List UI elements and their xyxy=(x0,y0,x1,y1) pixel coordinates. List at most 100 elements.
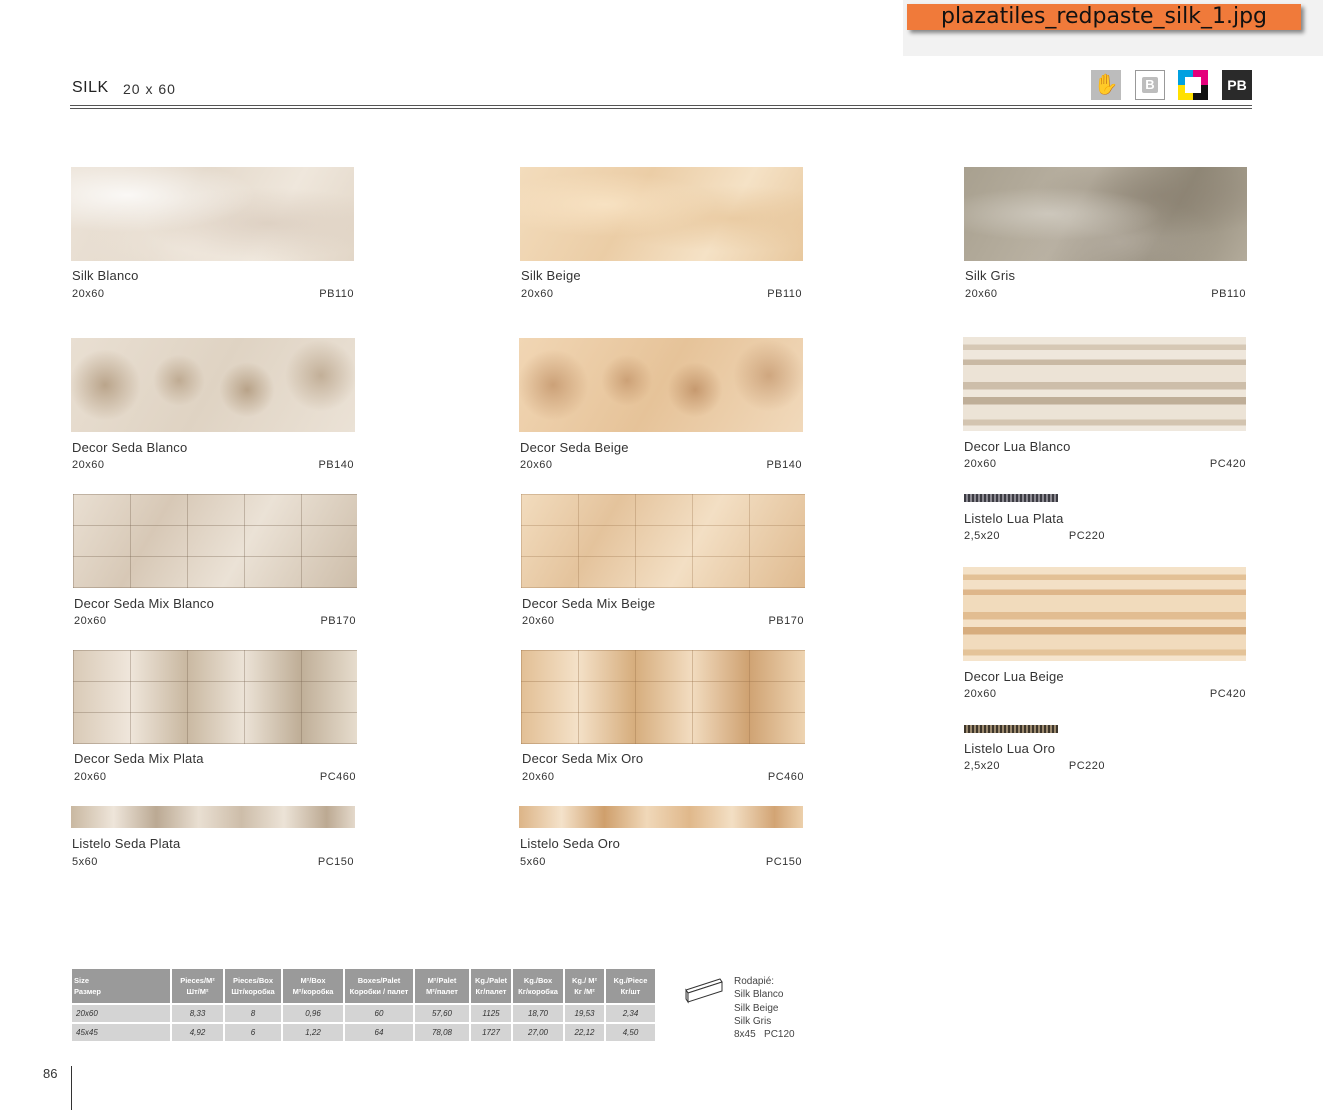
table-header-cell: Size Размер xyxy=(72,969,172,1004)
tile-image-silk-blanco xyxy=(71,167,354,261)
table-header-cell: Kg./ M² Кг /M² xyxy=(564,969,606,1004)
tile-code: PB110 xyxy=(1211,288,1246,300)
skirting-title: Rodapié: xyxy=(734,976,775,987)
tile-image-silk-beige xyxy=(520,167,803,261)
tile-code: PB170 xyxy=(768,615,804,627)
page-number: 86 xyxy=(43,1066,58,1081)
table-cell: 8 xyxy=(224,1003,283,1023)
tile-code: PC460 xyxy=(319,771,356,783)
table-cell: 1,22 xyxy=(282,1022,345,1041)
tile-size: 20x60 xyxy=(74,615,107,627)
skirting-size: 8x45 xyxy=(734,1029,756,1041)
tile-image-listelo-seda-oro xyxy=(519,806,803,828)
tile-code: PB110 xyxy=(767,288,802,300)
skirting-item: Silk Blanco xyxy=(734,989,784,1001)
table-row: 20x60 8,33 8 0,96 60 57,60 1125 18,70 19… xyxy=(72,1003,655,1023)
tile-name: Decor Seda Mix Beige xyxy=(522,596,656,611)
table-cell: 0,96 xyxy=(282,1003,345,1023)
tile-image-decor-seda-mix-beige xyxy=(521,494,805,588)
tile-size: 20x60 xyxy=(72,459,105,471)
tile-code: PC220 xyxy=(1068,530,1105,542)
page-title: SILK xyxy=(72,79,109,96)
tile-image-decor-lua-beige xyxy=(963,567,1246,661)
header-divider-2 xyxy=(70,108,1252,109)
tile-size: 20x60 xyxy=(522,771,555,783)
table-cell: 27,00 xyxy=(512,1022,565,1041)
b-icon: B xyxy=(1135,70,1165,100)
table-cell: 60 xyxy=(344,1003,415,1023)
tile-name: Silk Gris xyxy=(965,268,1016,283)
tile-size: 5x60 xyxy=(72,856,98,868)
tile-code: PC420 xyxy=(1209,688,1246,700)
tile-size: 2,5x20 xyxy=(964,530,1001,542)
table-cell: 19,53 xyxy=(564,1003,606,1023)
tile-name: Silk Beige xyxy=(521,268,581,283)
tile-code: PB140 xyxy=(766,459,802,471)
packing-specs-table: Size Размер Pieces/M² Шт/M² Pieces/Box Шт/к… xyxy=(72,969,655,1041)
table-header-cell: Kg./Palet Кг/палет xyxy=(470,969,513,1004)
tile-name: Listelo Lua Plata xyxy=(964,511,1064,526)
skirting-item: Silk Beige xyxy=(734,1002,779,1014)
table-header-cell: M²/Palet M²/палет xyxy=(414,969,471,1004)
table-header-cell: Kg./Piece Кг/шт xyxy=(605,969,655,1004)
color-blocks-icon xyxy=(1178,70,1208,100)
b-label: B xyxy=(1142,77,1158,93)
table-cell: 57,60 xyxy=(414,1003,471,1023)
tile-size: 20x60 xyxy=(964,688,997,700)
table-cell: 4,92 xyxy=(171,1022,225,1041)
skirting-size-code: 8x45 PC120 xyxy=(734,1028,795,1041)
table-cell: 64 xyxy=(344,1022,415,1041)
table-header-cell: Boxes/Palet Коробки / палет xyxy=(344,969,415,1004)
table-cell: 1125 xyxy=(470,1003,513,1023)
table-cell: 4,50 xyxy=(605,1022,655,1041)
tile-image-decor-seda-mix-blanco xyxy=(73,494,357,588)
tile-name: Decor Seda Mix Plata xyxy=(74,751,204,766)
table-cell: 1727 xyxy=(470,1022,513,1041)
tile-name: Listelo Seda Oro xyxy=(520,836,621,851)
tile-size: 20x60 xyxy=(521,288,554,300)
tile-image-decor-seda-mix-oro xyxy=(521,650,805,744)
tile-name: Silk Blanco xyxy=(72,268,139,283)
tile-name: Decor Seda Blanco xyxy=(72,440,188,455)
tile-name: Listelo Seda Plata xyxy=(72,836,181,851)
tile-size: 2,5x20 xyxy=(964,760,1001,772)
tile-code: PC460 xyxy=(767,771,804,783)
table-header-row: Size Размер Pieces/M² Шт/M² Pieces/Box Шт/к… xyxy=(72,969,655,1004)
tile-size: 20x60 xyxy=(965,288,998,300)
tile-size: 20x60 xyxy=(964,458,997,470)
table-header-cell: Pieces/Box Шт/коробка xyxy=(224,969,283,1004)
skirting-info: Rodapié: Silk Blanco Silk Beige Silk Gri… xyxy=(734,975,795,1041)
tile-code: PC420 xyxy=(1209,458,1246,470)
tile-code: PC150 xyxy=(765,856,802,868)
tile-name: Listelo Lua Oro xyxy=(964,741,1056,756)
file-name-label: plazatiles_redpaste_silk_1.jpg xyxy=(907,4,1301,30)
tile-image-decor-lua-blanco xyxy=(963,337,1246,431)
table-header-cell: M²/Box M²/коробка xyxy=(282,969,345,1004)
table-row: 45x45 4,92 6 1,22 64 78,08 1727 27,00 22… xyxy=(72,1022,655,1041)
tile-image-decor-seda-blanco xyxy=(71,338,355,432)
table-cell: 18,70 xyxy=(512,1003,565,1023)
table-cell: 45x45 xyxy=(72,1022,172,1041)
page-number-divider xyxy=(71,1066,72,1110)
tile-image-listelo-lua-plata xyxy=(964,494,1058,502)
tile-name: Decor Seda Mix Oro xyxy=(522,751,644,766)
table-cell: 2,34 xyxy=(605,1003,655,1023)
tile-image-decor-seda-mix-plata xyxy=(73,650,357,744)
tile-image-listelo-lua-oro xyxy=(964,725,1058,733)
header-divider xyxy=(70,105,1252,106)
tile-size: 20x60 xyxy=(520,459,553,471)
format-size: 20 x 60 xyxy=(123,81,176,97)
tile-name: Decor Seda Mix Blanco xyxy=(74,596,215,611)
table-header-cell: Pieces/M² Шт/M² xyxy=(171,969,225,1004)
table-cell: 78,08 xyxy=(414,1022,471,1041)
file-name-tag: plazatiles_redpaste_silk_1.jpg xyxy=(903,0,1323,56)
table-cell: 6 xyxy=(224,1022,283,1041)
table-header-cell: Kg./Box Кг/коробка xyxy=(512,969,565,1004)
skirting-code: PC120 xyxy=(764,1029,795,1041)
tile-image-silk-gris xyxy=(964,167,1247,261)
tile-size: 5x60 xyxy=(520,856,546,868)
tile-size: 20x60 xyxy=(522,615,555,627)
tile-code: PB110 xyxy=(319,288,354,300)
tile-code: PC220 xyxy=(1068,760,1105,772)
tile-image-decor-seda-beige xyxy=(519,338,803,432)
